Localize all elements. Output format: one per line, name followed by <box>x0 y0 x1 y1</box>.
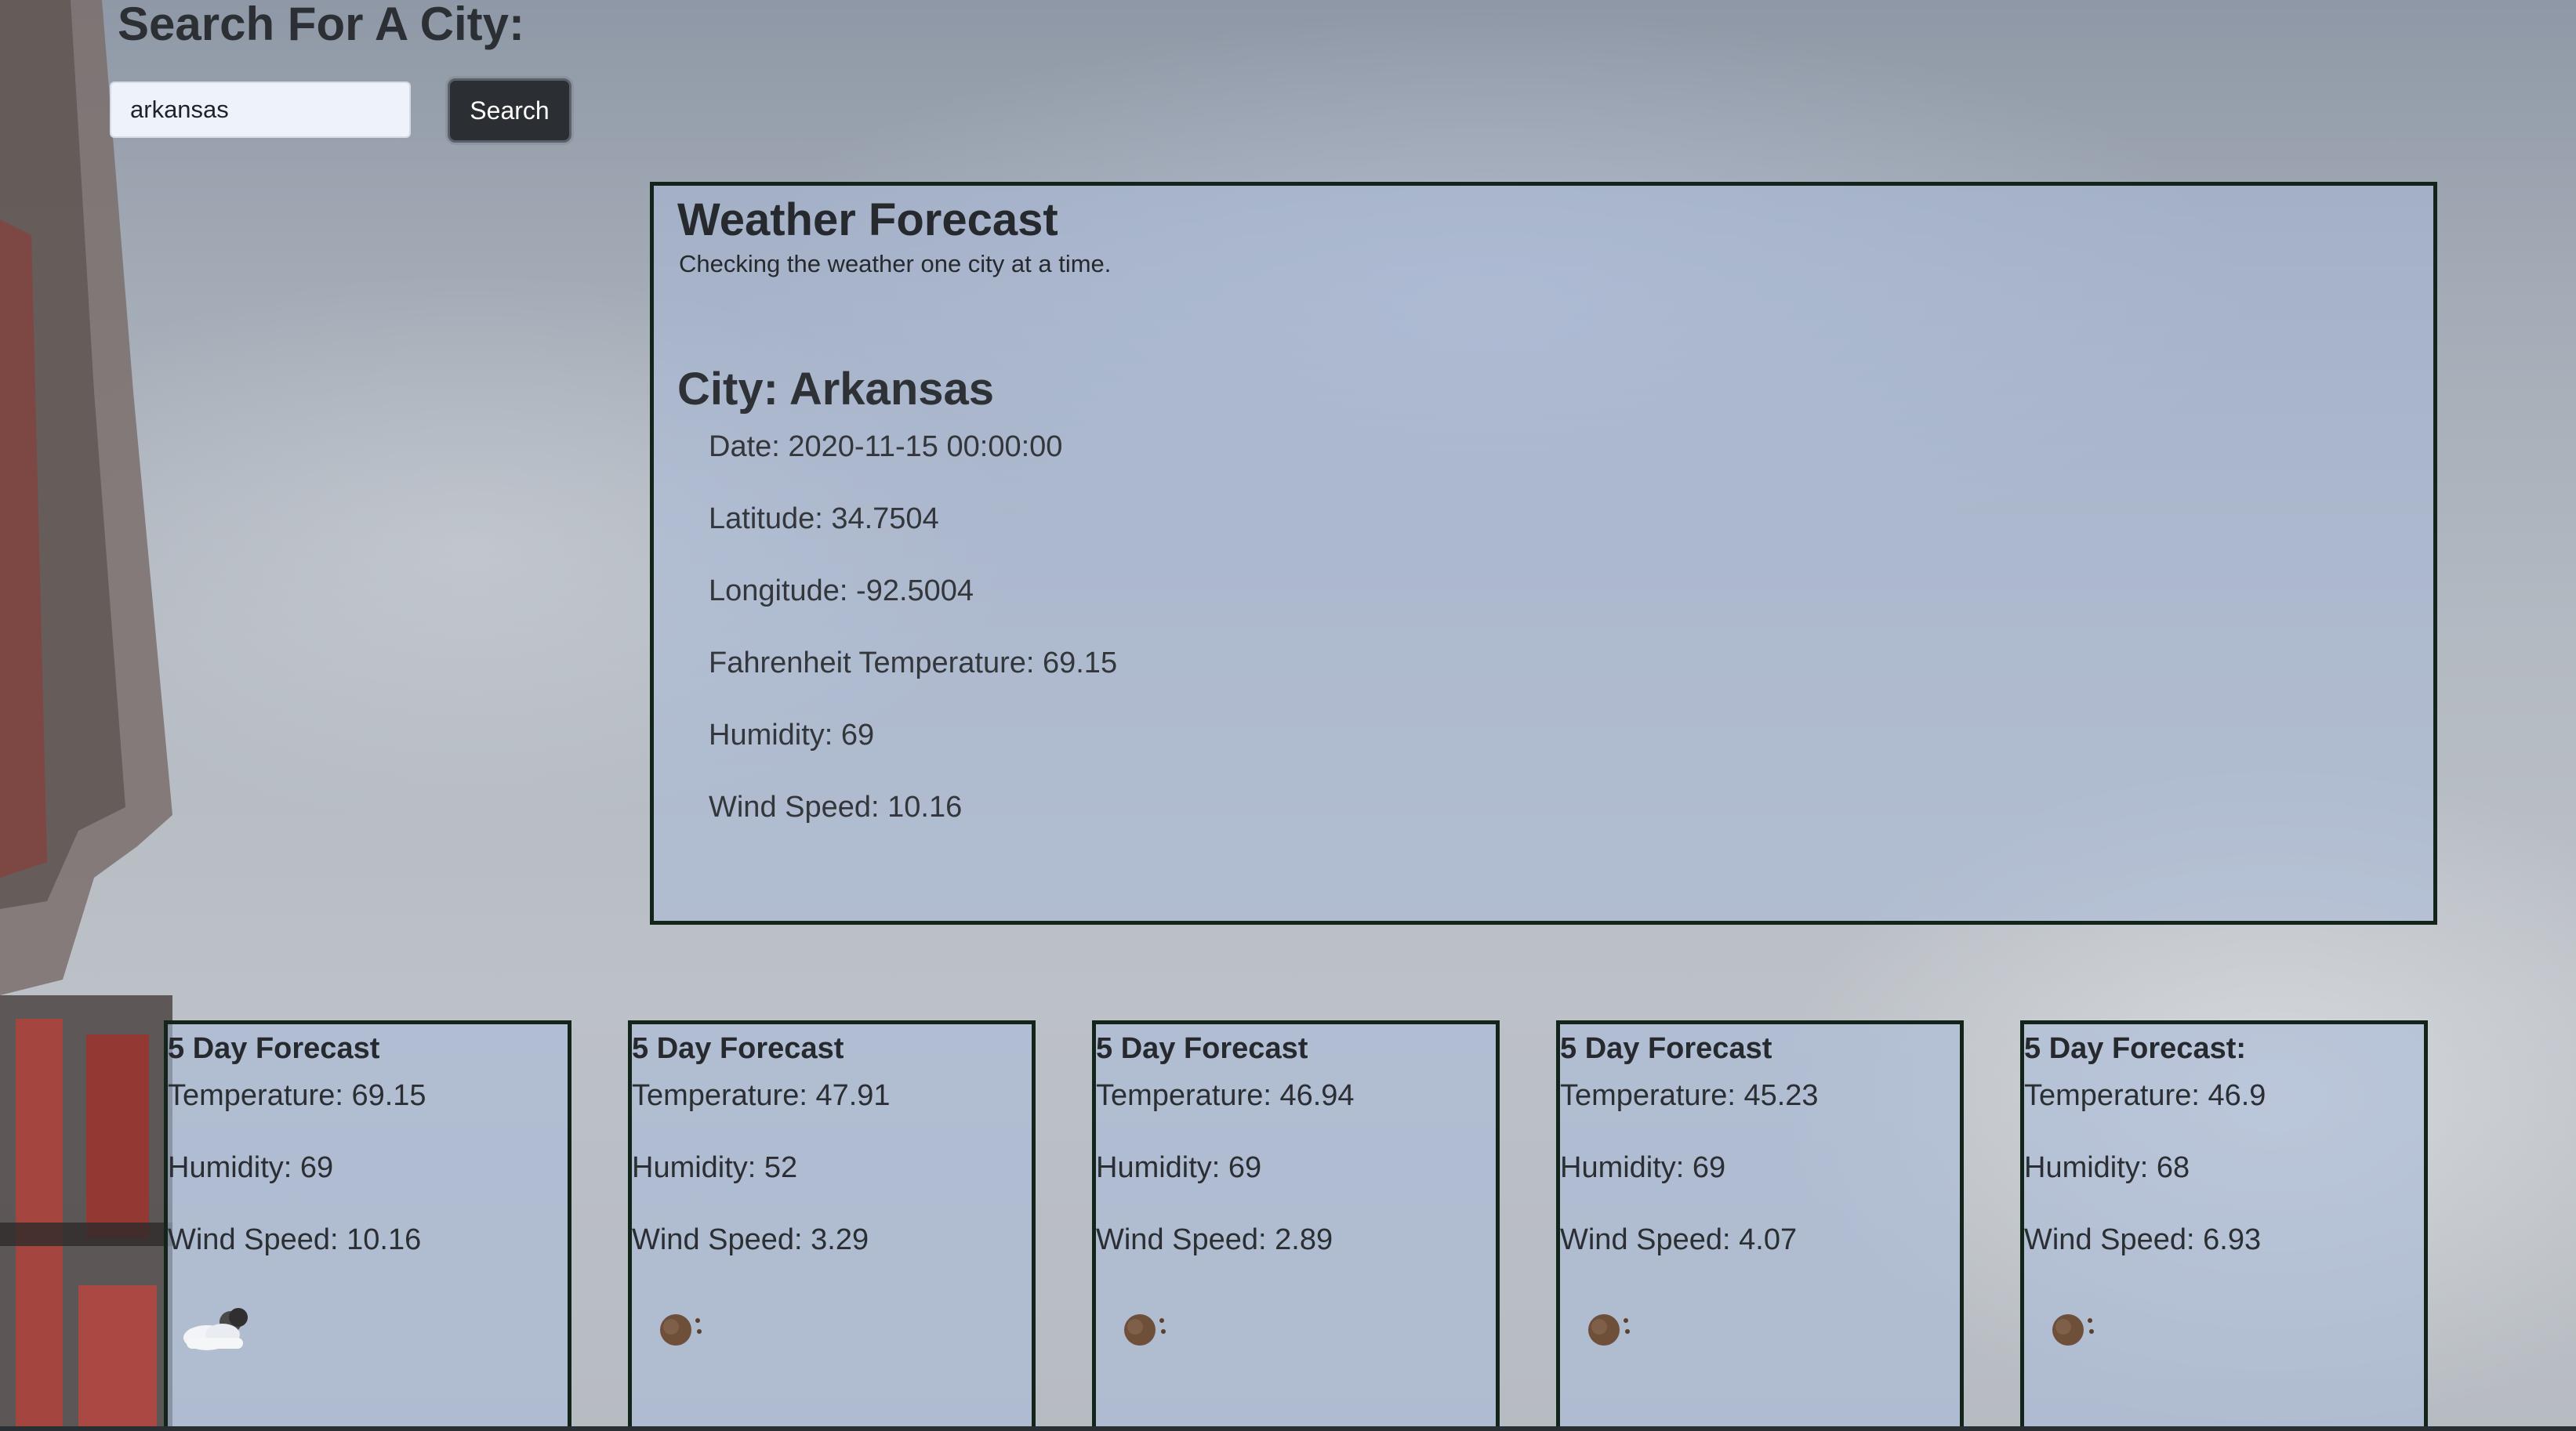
forecast-humidity: Humidity: 69 <box>168 1151 334 1184</box>
forecast-card-5: 5 Day Forecast: Temperature: 46.9 Humidi… <box>2020 1020 2428 1431</box>
forecast-temperature: Temperature: 45.23 <box>1560 1079 1819 1112</box>
current-wind-speed: Wind Speed: 10.16 <box>709 791 963 824</box>
page-subtitle: Checking the weather one city at a time. <box>679 250 1112 277</box>
forecast-wind-speed: Wind Speed: 3.29 <box>632 1223 869 1256</box>
forecast-card-title: 5 Day Forecast: <box>2024 1032 2247 1065</box>
background-building-image <box>0 0 172 1431</box>
forecast-wind-speed: Wind Speed: 6.93 <box>2024 1223 2262 1256</box>
forecast-temperature: Temperature: 46.9 <box>2024 1079 2266 1112</box>
search-heading: Search For A City: <box>118 0 524 50</box>
forecast-card-4: 5 Day Forecast Temperature: 45.23 Humidi… <box>1556 1020 1964 1431</box>
forecast-humidity: Humidity: 69 <box>1096 1151 1262 1184</box>
forecast-temperature: Temperature: 47.91 <box>632 1079 891 1112</box>
current-weather-panel: Weather Forecast Checking the weather on… <box>650 182 2437 925</box>
forecast-card-2: 5 Day Forecast Temperature: 47.91 Humidi… <box>628 1020 1036 1431</box>
clear-night-icon <box>660 1314 702 1346</box>
forecast-temperature: Temperature: 46.94 <box>1096 1079 1355 1112</box>
current-date: Date: 2020-11-15 00:00:00 <box>709 430 1063 463</box>
forecast-card-title: 5 Day Forecast <box>168 1032 380 1065</box>
current-humidity: Humidity: 69 <box>709 719 875 752</box>
forecast-wind-speed: Wind Speed: 10.16 <box>168 1223 422 1256</box>
forecast-card-title: 5 Day Forecast <box>1096 1032 1308 1065</box>
clear-night-icon <box>1588 1314 1630 1346</box>
forecast-wind-speed: Wind Speed: 2.89 <box>1096 1223 1333 1256</box>
forecast-card-title: 5 Day Forecast <box>1560 1032 1772 1065</box>
forecast-temperature: Temperature: 69.15 <box>168 1079 426 1112</box>
forecast-wind-speed: Wind Speed: 4.07 <box>1560 1223 1798 1256</box>
current-latitude: Latitude: 34.7504 <box>709 502 939 535</box>
current-longitude: Longitude: -92.5004 <box>709 574 974 607</box>
clear-night-icon <box>2052 1314 2094 1346</box>
forecast-card-1: 5 Day Forecast Temperature: 69.15 Humidi… <box>164 1020 571 1431</box>
current-temperature: Fahrenheit Temperature: 69.15 <box>709 647 1118 679</box>
city-search-input[interactable] <box>110 82 411 138</box>
search-button[interactable]: Search <box>448 78 571 143</box>
forecast-humidity: Humidity: 69 <box>1560 1151 1726 1184</box>
forecast-card-title: 5 Day Forecast <box>632 1032 844 1065</box>
city-name: City: Arkansas <box>677 364 995 415</box>
forecast-humidity: Humidity: 68 <box>2024 1151 2190 1184</box>
page-title: Weather Forecast <box>677 194 1058 245</box>
forecast-humidity: Humidity: 52 <box>632 1151 798 1184</box>
partly-cloudy-night-icon <box>183 1308 248 1350</box>
bottom-edge-divider <box>0 1426 2576 1431</box>
forecast-card-3: 5 Day Forecast Temperature: 46.94 Humidi… <box>1092 1020 1500 1431</box>
clear-night-icon <box>1124 1314 1166 1346</box>
